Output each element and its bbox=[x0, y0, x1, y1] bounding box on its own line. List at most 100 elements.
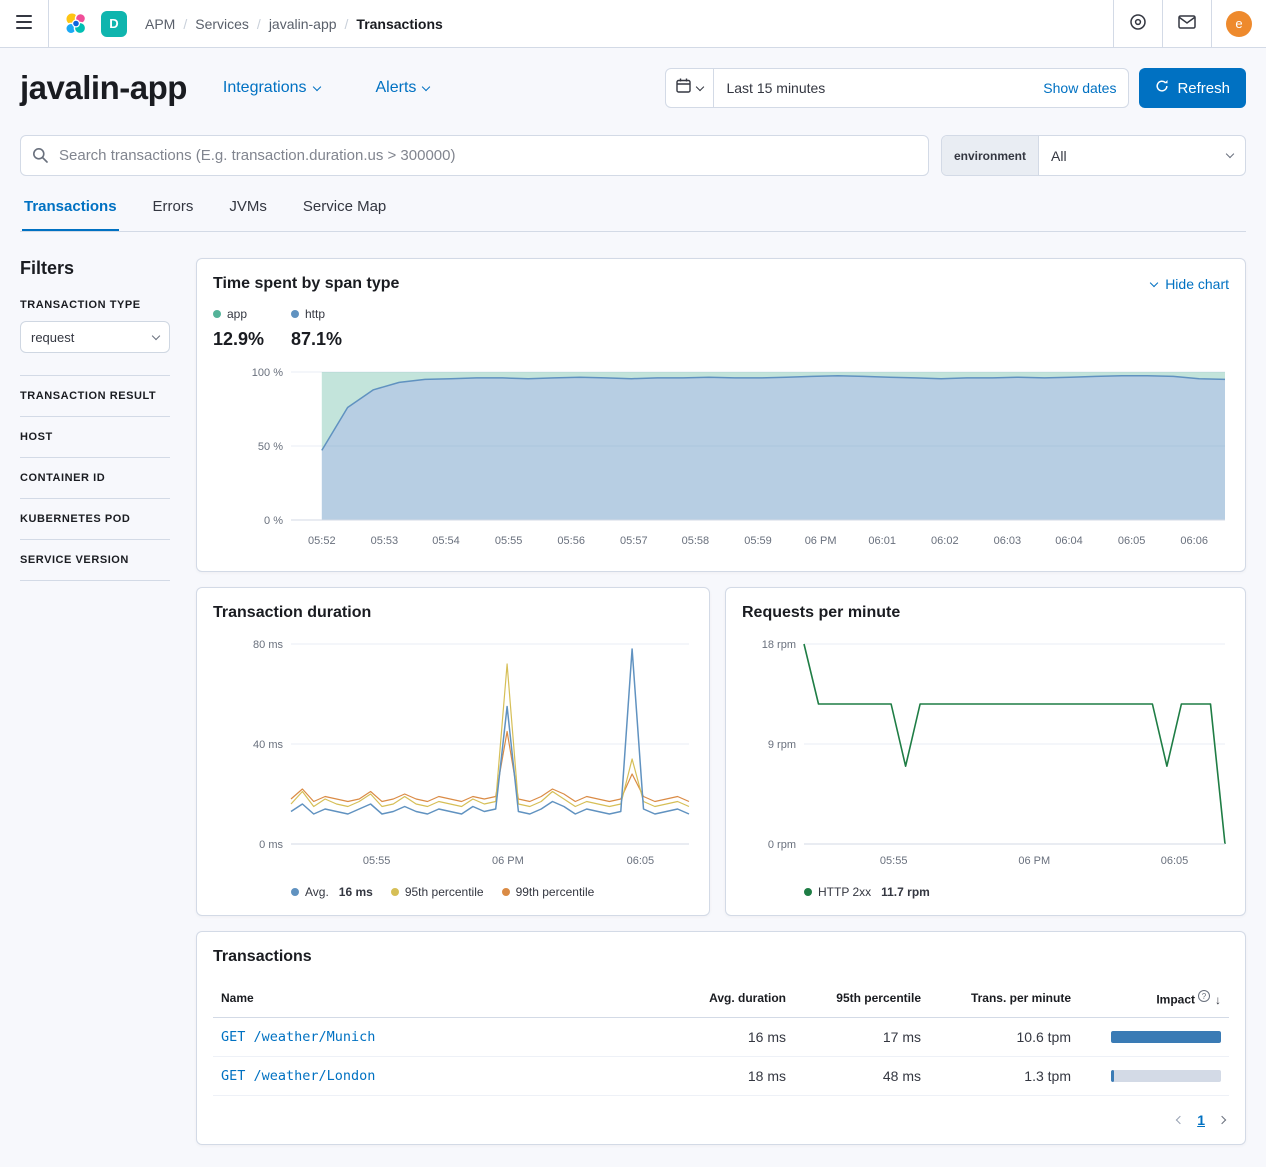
rpm-card-title: Requests per minute bbox=[742, 604, 1229, 622]
tab-errors[interactable]: Errors bbox=[151, 194, 196, 231]
http2xx-legend-label: HTTP 2xx bbox=[818, 885, 871, 899]
svg-text:06:03: 06:03 bbox=[994, 535, 1022, 547]
alerts-menu[interactable]: Alerts bbox=[376, 79, 430, 97]
chevron-down-icon bbox=[696, 82, 704, 90]
alerts-menu-label: Alerts bbox=[376, 79, 417, 97]
http2xx-legend-dot bbox=[804, 888, 812, 896]
tpm-cell: 1.3 tpm bbox=[929, 1056, 1079, 1095]
tab-transactions[interactable]: Transactions bbox=[22, 194, 119, 231]
filter-section-service-version[interactable]: SERVICE VERSION bbox=[20, 540, 170, 581]
tpm-cell: 10.6 tpm bbox=[929, 1017, 1079, 1056]
svg-text:05:54: 05:54 bbox=[432, 535, 460, 547]
span-type-legend: app 12.9% http 87.1% bbox=[213, 307, 1229, 350]
rpm-legend: HTTP 2xx 11.7 rpm bbox=[804, 885, 1229, 899]
integrations-menu-label: Integrations bbox=[223, 79, 307, 97]
svg-text:05:55: 05:55 bbox=[363, 855, 391, 867]
svg-text:05:55: 05:55 bbox=[880, 855, 908, 867]
svg-text:06:05: 06:05 bbox=[1118, 535, 1146, 547]
avg-legend-dot bbox=[291, 888, 299, 896]
next-page-button[interactable] bbox=[1219, 1117, 1225, 1123]
transactions-table: Name Avg. duration 95th percentile Trans… bbox=[213, 980, 1229, 1096]
http2xx-legend-value: 11.7 rpm bbox=[881, 885, 930, 899]
svg-text:100 %: 100 % bbox=[252, 367, 283, 379]
svg-text:9 rpm: 9 rpm bbox=[768, 739, 796, 751]
deployment-badge[interactable]: D bbox=[101, 11, 127, 37]
hamburger-icon bbox=[16, 15, 32, 32]
table-row: GET /weather/Munich 16 ms 17 ms 10.6 tpm bbox=[213, 1017, 1229, 1056]
breadcrumb-apm[interactable]: APM bbox=[145, 16, 175, 32]
filter-section-host[interactable]: HOST bbox=[20, 417, 170, 458]
svg-text:0 %: 0 % bbox=[264, 515, 283, 527]
tab-service-map[interactable]: Service Map bbox=[301, 194, 388, 231]
svg-text:05:59: 05:59 bbox=[744, 535, 772, 547]
refresh-button[interactable]: Refresh bbox=[1139, 68, 1246, 108]
transaction-duration-card: Transaction duration 0 ms40 ms80 ms05:55… bbox=[196, 587, 710, 916]
breadcrumb-services[interactable]: Services bbox=[195, 16, 249, 32]
transaction-link-london[interactable]: GET /weather/London bbox=[213, 1056, 674, 1095]
previous-page-button[interactable] bbox=[1177, 1117, 1183, 1123]
impact-bar-track bbox=[1111, 1031, 1221, 1043]
svg-text:50 %: 50 % bbox=[258, 441, 283, 453]
filter-section-container-id[interactable]: CONTAINER ID bbox=[20, 458, 170, 499]
chevron-right-icon bbox=[1218, 1115, 1226, 1123]
p95-cell: 48 ms bbox=[794, 1056, 929, 1095]
app-legend-dot bbox=[213, 310, 221, 318]
sort-descending-icon: ↓ bbox=[1215, 993, 1221, 1007]
column-header-impact[interactable]: Impact? ↓ bbox=[1079, 980, 1229, 1017]
svg-text:05:53: 05:53 bbox=[371, 535, 399, 547]
impact-bar bbox=[1111, 1031, 1221, 1043]
transaction-type-select[interactable]: request bbox=[20, 321, 170, 353]
svg-text:0 ms: 0 ms bbox=[259, 839, 283, 851]
impact-bar bbox=[1111, 1070, 1114, 1082]
transaction-type-label: TRANSACTION TYPE bbox=[20, 299, 170, 311]
chevron-down-icon bbox=[1226, 150, 1234, 158]
transaction-duration-chart: 0 ms40 ms80 ms05:5506 PM06:05 bbox=[213, 632, 693, 875]
search-box bbox=[20, 135, 929, 176]
integrations-menu[interactable]: Integrations bbox=[223, 79, 320, 97]
column-header-trans-per-minute: Trans. per minute bbox=[929, 980, 1079, 1017]
quick-select-button[interactable] bbox=[666, 69, 714, 107]
user-avatar[interactable]: e bbox=[1226, 11, 1252, 37]
transaction-link-munich[interactable]: GET /weather/Munich bbox=[213, 1017, 674, 1056]
top-navigation-bar: D APM / Services / javalin-app / Transac… bbox=[0, 0, 1266, 48]
svg-text:80 ms: 80 ms bbox=[253, 639, 283, 651]
svg-text:05:57: 05:57 bbox=[620, 535, 648, 547]
chevron-down-icon bbox=[312, 82, 320, 90]
filter-sections: TRANSACTION RESULT HOST CONTAINER ID KUB… bbox=[20, 375, 170, 581]
avg-duration-cell: 16 ms bbox=[674, 1017, 794, 1056]
menu-toggle-button[interactable] bbox=[0, 0, 48, 47]
span-type-card-title: Time spent by span type bbox=[213, 275, 399, 293]
impact-help-icon[interactable]: ? bbox=[1198, 990, 1210, 1002]
tab-jvms[interactable]: JVMs bbox=[227, 194, 269, 231]
column-header-95th-percentile: 95th percentile bbox=[794, 980, 929, 1017]
p95-cell: 17 ms bbox=[794, 1017, 929, 1056]
service-header: javalin-app Integrations Alerts Last 15 … bbox=[20, 68, 1246, 108]
page-number-1[interactable]: 1 bbox=[1197, 1112, 1205, 1128]
time-range-value[interactable]: Last 15 minutes bbox=[714, 80, 1031, 96]
hide-chart-link[interactable]: Hide chart bbox=[1151, 276, 1229, 292]
help-button[interactable] bbox=[1114, 0, 1162, 47]
show-dates-link[interactable]: Show dates bbox=[1031, 80, 1128, 96]
filters-title: Filters bbox=[20, 258, 170, 279]
mail-icon bbox=[1178, 15, 1196, 32]
environment-select[interactable]: All bbox=[1039, 136, 1245, 175]
chevron-left-icon bbox=[1176, 1115, 1184, 1123]
help-icon bbox=[1129, 13, 1147, 34]
filters-sidebar: Filters TRANSACTION TYPE request TRANSAC… bbox=[20, 258, 170, 1145]
filter-section-kubernetes-pod[interactable]: KUBERNETES POD bbox=[20, 499, 170, 540]
duration-card-title: Transaction duration bbox=[213, 604, 693, 622]
newsfeed-button[interactable] bbox=[1163, 0, 1211, 47]
svg-text:05:58: 05:58 bbox=[682, 535, 710, 547]
app-legend-label: app bbox=[227, 307, 247, 321]
search-transactions-input[interactable] bbox=[20, 135, 929, 176]
search-row: environment All bbox=[20, 135, 1246, 176]
breadcrumb-current: Transactions bbox=[356, 16, 442, 32]
filter-section-transaction-result[interactable]: TRANSACTION RESULT bbox=[20, 376, 170, 417]
elastic-logo[interactable] bbox=[49, 0, 95, 47]
chevron-down-icon bbox=[152, 331, 160, 339]
http-legend-label: http bbox=[305, 307, 325, 321]
svg-text:05:55: 05:55 bbox=[495, 535, 523, 547]
svg-text:06:05: 06:05 bbox=[1161, 855, 1189, 867]
breadcrumb-service-name[interactable]: javalin-app bbox=[269, 16, 337, 32]
impact-header-label: Impact bbox=[1156, 993, 1195, 1007]
